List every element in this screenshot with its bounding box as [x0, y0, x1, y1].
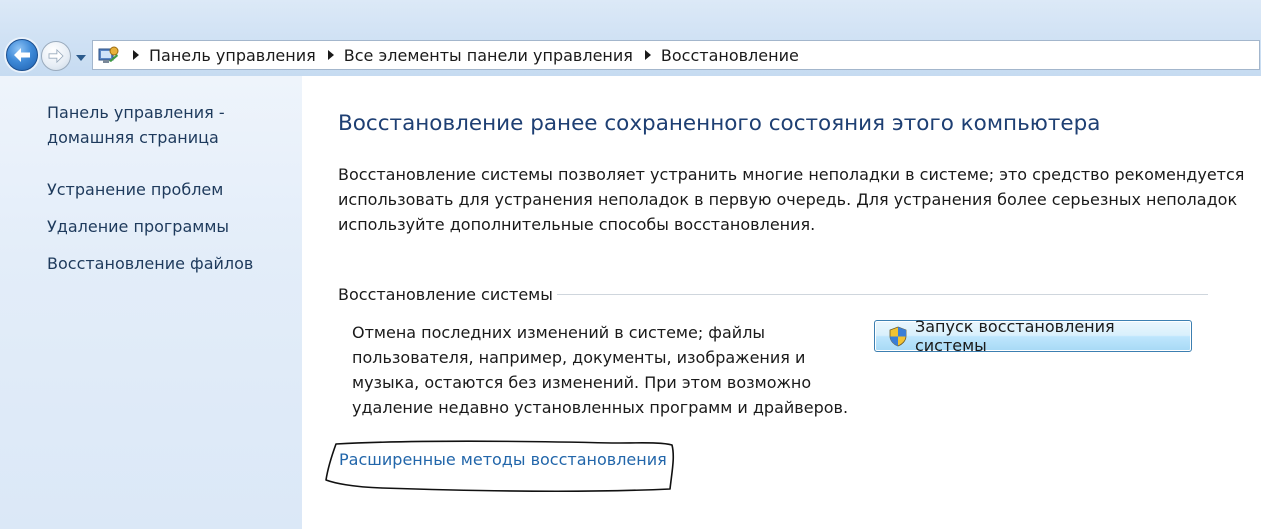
breadcrumb-separator[interactable] [327, 50, 334, 60]
breadcrumb-separator[interactable] [644, 50, 651, 60]
breadcrumb-all-items[interactable]: Все элементы панели управления [344, 46, 633, 65]
sidebar-link-file-restore[interactable]: Восстановление файлов [47, 251, 253, 276]
restore-description: Отмена последних изменений в системе; фа… [352, 320, 852, 420]
sidebar-link-troubleshooting[interactable]: Устранение проблем [47, 177, 223, 202]
control-panel-icon [95, 42, 121, 68]
restore-description-line: Отмена последних изменений в системе; фа… [352, 323, 766, 342]
start-system-restore-label: Запуск восстановления системы [914, 317, 1115, 355]
start-system-restore-button[interactable]: Запуск восстановления системы [874, 317, 1192, 355]
page-description: Восстановление системы позволяет устрани… [338, 162, 1245, 237]
dropdown-arrow-icon [76, 55, 86, 61]
advanced-recovery-link[interactable]: Расширенные методы восстановления [339, 450, 667, 469]
page-title: Восстановление ранее сохраненного состоя… [338, 111, 1101, 136]
address-bar[interactable]: Панель управления Все элементы панели уп… [92, 40, 1260, 70]
description-line: используйте дополнительные способы восст… [338, 215, 816, 234]
restore-description-line: пользователя, например, документы, изобр… [352, 348, 806, 367]
sidebar-link-home[interactable]: Панель управления - домашняя страница [47, 100, 225, 150]
description-line: использовать для устранения неполадок в … [338, 190, 1238, 209]
sidebar-home-line1: Панель управления - [47, 103, 225, 122]
forward-arrow-icon [48, 49, 64, 63]
restore-description-line: удаление недавно установленных программ … [352, 398, 849, 417]
breadcrumb-recovery[interactable]: Восстановление [661, 46, 799, 65]
sidebar-link-uninstall[interactable]: Удаление программы [47, 214, 229, 239]
breadcrumb-control-panel[interactable]: Панель управления [149, 46, 316, 65]
back-arrow-icon [14, 48, 30, 62]
recent-pages-dropdown[interactable] [74, 52, 88, 64]
system-restore-group-header: Восстановление системы [338, 283, 1208, 305]
back-button[interactable] [6, 39, 38, 71]
forward-button[interactable] [41, 41, 71, 71]
breadcrumb-separator[interactable] [133, 50, 139, 60]
sidebar-home-line2: домашняя страница [47, 128, 219, 147]
restore-description-line: музыка, остаются без изменений. При этом… [352, 373, 812, 392]
group-divider [556, 293, 1208, 295]
group-label: Восстановление системы [338, 284, 553, 304]
description-line: Восстановление системы позволяет устрани… [338, 165, 1245, 184]
uac-shield-icon [889, 324, 911, 348]
navigation-bar: Панель управления Все элементы панели уп… [0, 0, 1261, 76]
